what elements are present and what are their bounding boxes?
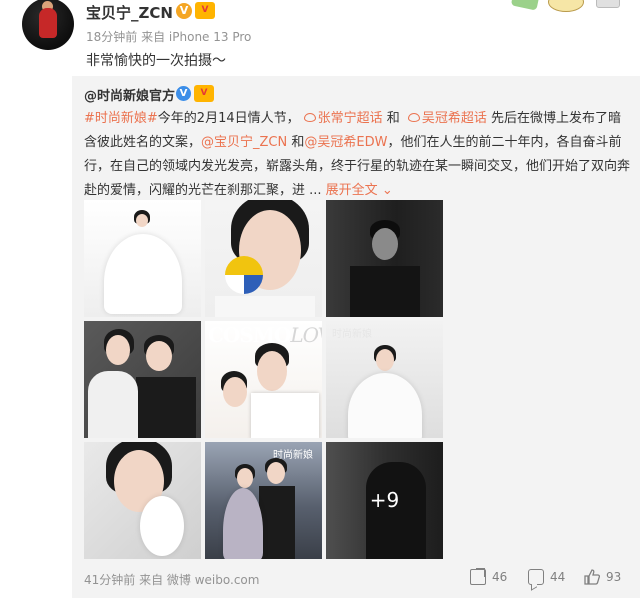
post-meta: 18分钟前 来自 iPhone 13 Pro bbox=[86, 28, 251, 45]
photo-thumbnail[interactable] bbox=[205, 200, 322, 317]
original-author-link[interactable]: @时尚新娘官方 bbox=[84, 85, 175, 104]
avatar[interactable] bbox=[22, 0, 74, 50]
photo-thumbnail[interactable] bbox=[84, 442, 201, 559]
hashtag-link[interactable]: #时尚新娘# bbox=[84, 111, 158, 126]
repost-source: 来自 微博 weibo.com bbox=[139, 573, 260, 587]
photo-thumbnail[interactable]: COSMOLOVE bbox=[205, 321, 322, 438]
super-topic-link[interactable]: 吴冠希超话 bbox=[422, 111, 487, 126]
decoration-sticker-icon bbox=[510, 0, 540, 11]
like-count: 93 bbox=[606, 570, 622, 584]
post-time[interactable]: 18分钟前 bbox=[86, 30, 137, 44]
photo-face bbox=[376, 349, 394, 371]
post-text: 非常愉快的一次拍摄～ bbox=[86, 53, 226, 69]
chevron-down-icon[interactable]: ⌄ bbox=[382, 183, 393, 198]
avatar-figure bbox=[39, 8, 57, 38]
repost-time[interactable]: 41分钟前 bbox=[84, 573, 135, 587]
member-level-icon: V bbox=[194, 85, 214, 102]
super-topic-icon bbox=[303, 113, 316, 122]
mention-link[interactable]: @宝贝宁_ZCN bbox=[201, 135, 287, 150]
repost-card: @时尚新娘官方 V V #时尚新娘#今年的2月14日情人节， 张常宁超话 和 吴冠… bbox=[72, 76, 640, 598]
text-segment: 今年的2月14日情人节， bbox=[157, 111, 300, 126]
post-source: 来自 iPhone 13 Pro bbox=[141, 30, 252, 44]
photo-thumbnail-more[interactable]: +9 bbox=[326, 442, 443, 559]
share-button[interactable]: 46 bbox=[470, 569, 507, 585]
mention-link[interactable]: @吴冠希EDW bbox=[304, 135, 387, 150]
comment-icon bbox=[528, 569, 544, 585]
decoration-sticker-icon bbox=[596, 0, 620, 8]
decoration-sticker-icon bbox=[548, 0, 584, 12]
expand-full-text-link[interactable]: 展开全文 bbox=[326, 183, 378, 198]
photo-face bbox=[267, 462, 285, 484]
verified-icon: V bbox=[176, 3, 192, 19]
super-topic-icon bbox=[407, 113, 420, 122]
photo-face bbox=[136, 214, 148, 227]
photo-dress bbox=[88, 371, 138, 438]
photo-face bbox=[146, 341, 172, 371]
photo-thumbnail[interactable] bbox=[84, 321, 201, 438]
photo-face bbox=[237, 468, 253, 488]
repost-meta: 41分钟前 来自 微博 weibo.com bbox=[84, 571, 259, 588]
more-images-count[interactable]: +9 bbox=[326, 442, 443, 559]
magazine-watermark: 时尚新娘 bbox=[332, 329, 372, 340]
comment-count: 44 bbox=[550, 570, 566, 584]
photo-face bbox=[223, 377, 247, 407]
member-level-icon: V bbox=[195, 2, 215, 19]
photo-shoulder bbox=[215, 296, 315, 317]
magazine-logo-sub: LOVE bbox=[290, 323, 322, 347]
photo-dress bbox=[348, 373, 422, 438]
post-header: 宝贝宁_ZCN V V 18分钟前 来自 iPhone 13 Pro 非常愉快的… bbox=[0, 0, 640, 76]
photo-shirt bbox=[251, 393, 319, 438]
like-button[interactable]: 93 bbox=[584, 569, 621, 585]
super-topic-link[interactable]: 张常宁超话 bbox=[318, 111, 383, 126]
photo-thumbnail[interactable] bbox=[326, 200, 443, 317]
text-segment: 和 bbox=[382, 111, 404, 126]
photo-face bbox=[372, 228, 398, 260]
thumbs-up-icon bbox=[584, 569, 601, 585]
photo-face bbox=[106, 335, 130, 365]
photo-thumbnail[interactable]: 时尚新娘 bbox=[205, 442, 322, 559]
username-link[interactable]: 宝贝宁_ZCN bbox=[86, 2, 173, 23]
photo-suit bbox=[259, 486, 295, 559]
verified-icon: V bbox=[176, 86, 191, 101]
text-segment: 和 bbox=[287, 135, 305, 150]
photo-flowers bbox=[140, 496, 184, 556]
share-count: 46 bbox=[492, 570, 508, 584]
photo-thumbnail[interactable] bbox=[84, 200, 201, 317]
comment-button[interactable]: 44 bbox=[528, 569, 565, 585]
volleyball-icon bbox=[225, 256, 263, 294]
repost-text: #时尚新娘#今年的2月14日情人节， 张常宁超话 和 吴冠希超话 先后在微博上发布… bbox=[84, 107, 632, 203]
photo-dress bbox=[223, 488, 263, 559]
photo-suit bbox=[136, 377, 196, 438]
photo-thumbnail[interactable]: 时尚新娘 bbox=[326, 321, 443, 438]
share-icon bbox=[470, 569, 486, 585]
photo-suit bbox=[350, 266, 420, 317]
photo-face bbox=[257, 351, 287, 391]
photo-dress bbox=[104, 234, 182, 314]
